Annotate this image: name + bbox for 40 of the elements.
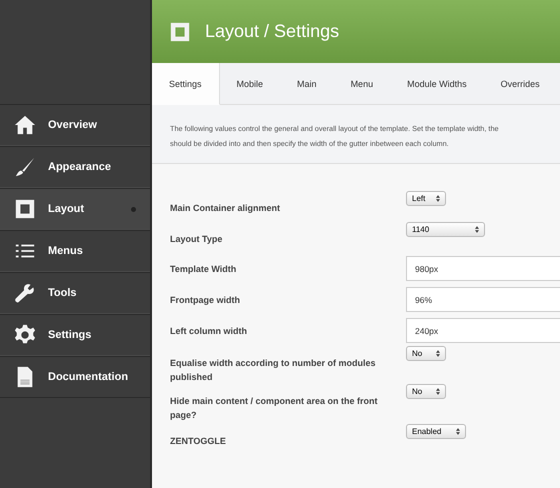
select-dropdown[interactable]: 1140 [406,222,485,237]
text-field[interactable]: 980px [406,256,560,281]
updown-arrows-icon [456,428,460,435]
text-field[interactable]: 96% [406,287,560,312]
select-dropdown[interactable]: No [406,384,446,399]
house-icon [14,114,36,136]
field-label: Template Width [170,262,238,276]
select-dropdown[interactable]: Left [406,191,446,206]
text-field[interactable]: 240px [406,318,560,343]
field-label: Left column width [170,324,248,338]
updown-arrows-icon [436,195,440,202]
wrench-icon [14,282,36,304]
tab[interactable]: Main [280,63,334,104]
updown-arrows-icon [436,350,440,357]
tab[interactable]: Mobile [220,63,280,104]
field-label: Main Container alignment [170,202,282,215]
select-dropdown[interactable]: No [406,346,446,361]
tab[interactable]: Settings [152,63,220,105]
gear-icon [14,324,36,346]
field-label: Equalise width according to number of modules published [170,357,377,384]
field-label: Hide main content / component area on the front page? [170,395,379,422]
updown-arrows-icon [475,226,479,233]
sidebar-item[interactable]: Settings [0,314,150,356]
sidebar-item[interactable]: Layout [0,188,150,230]
sidebar-item[interactable]: Overview [0,104,150,146]
field-label: Layout Type [170,233,224,246]
sidebar-item[interactable]: Tools [0,272,150,314]
updown-arrows-icon [436,388,440,395]
select-dropdown[interactable]: Enabled [406,424,466,439]
tab[interactable]: Overrides [484,63,557,104]
tab[interactable]: Menu [334,63,390,104]
sidebar-item[interactable]: Documentation [0,356,150,398]
sidebar-item[interactable]: Menus [0,230,150,272]
field-label: Frontpage width [170,294,241,306]
frame-icon [14,198,36,220]
tab[interactable]: Module Widths [390,63,484,104]
frame-icon [169,20,191,42]
active-indicator-dot [131,207,136,212]
page-title: Layout / Settings [205,21,340,42]
field-label: ZENTOGGLE [170,435,227,448]
